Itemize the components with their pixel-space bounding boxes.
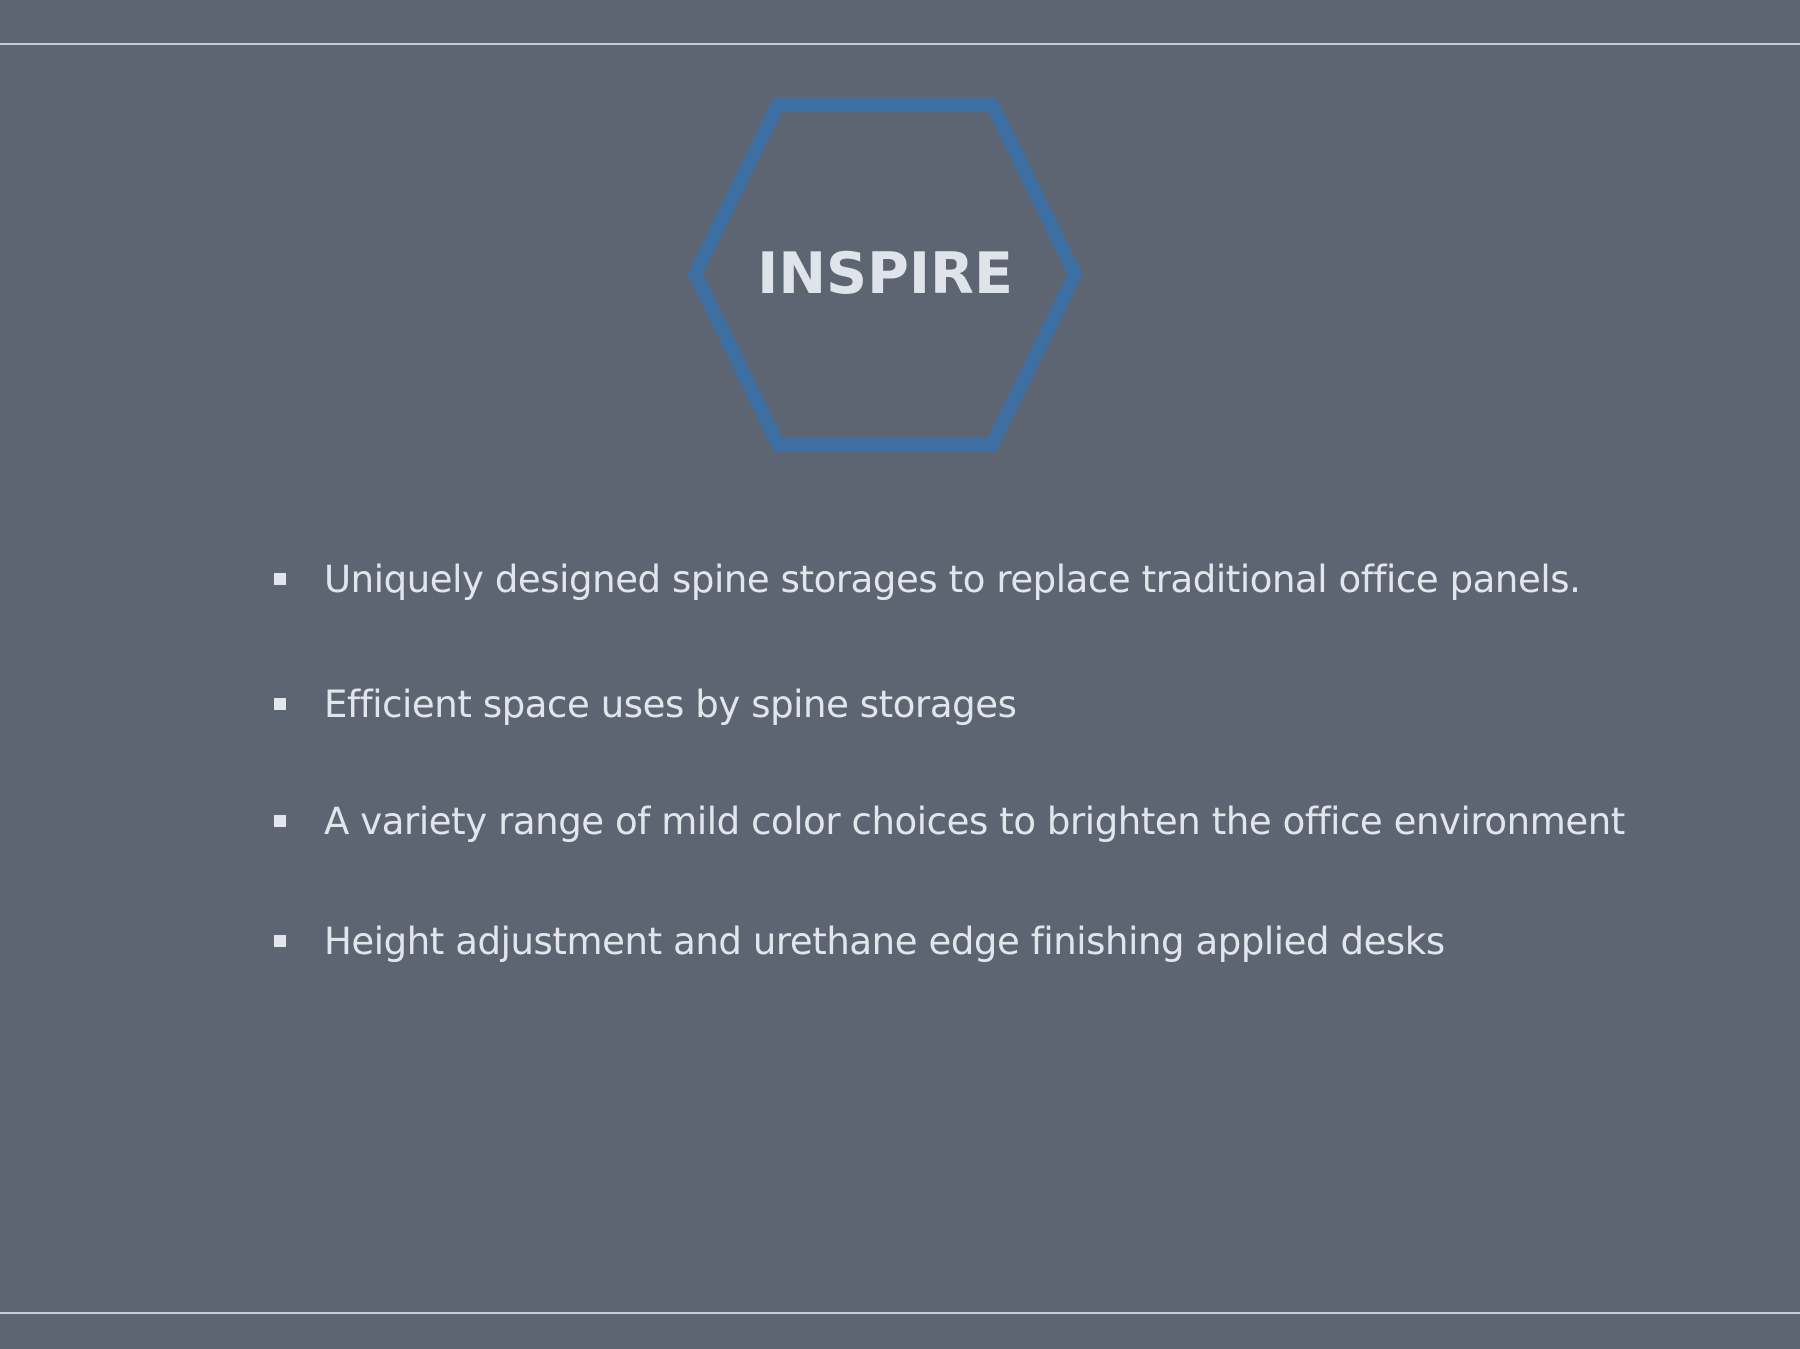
- bullet-text: A variety range of mild color choices to…: [324, 799, 1625, 843]
- list-item: Height adjustment and urethane edge fini…: [270, 913, 1770, 969]
- bottom-divider: [0, 1312, 1800, 1314]
- bullet-text: Uniquely designed spine storages to repl…: [324, 557, 1581, 601]
- list-item: A variety range of mild color choices to…: [270, 793, 1770, 849]
- top-divider: [0, 43, 1800, 45]
- bullet-text: Efficient space uses by spine storages: [324, 682, 1017, 726]
- square-bullet-icon: [274, 698, 286, 710]
- bullet-text: Height adjustment and urethane edge fini…: [324, 919, 1445, 963]
- square-bullet-icon: [274, 935, 286, 947]
- list-item: Efficient space uses by spine storages: [270, 676, 1770, 732]
- square-bullet-icon: [274, 815, 286, 827]
- square-bullet-icon: [274, 573, 286, 585]
- list-item: Uniquely designed spine storages to repl…: [270, 551, 1770, 607]
- slide-title: INSPIRE: [757, 241, 1013, 307]
